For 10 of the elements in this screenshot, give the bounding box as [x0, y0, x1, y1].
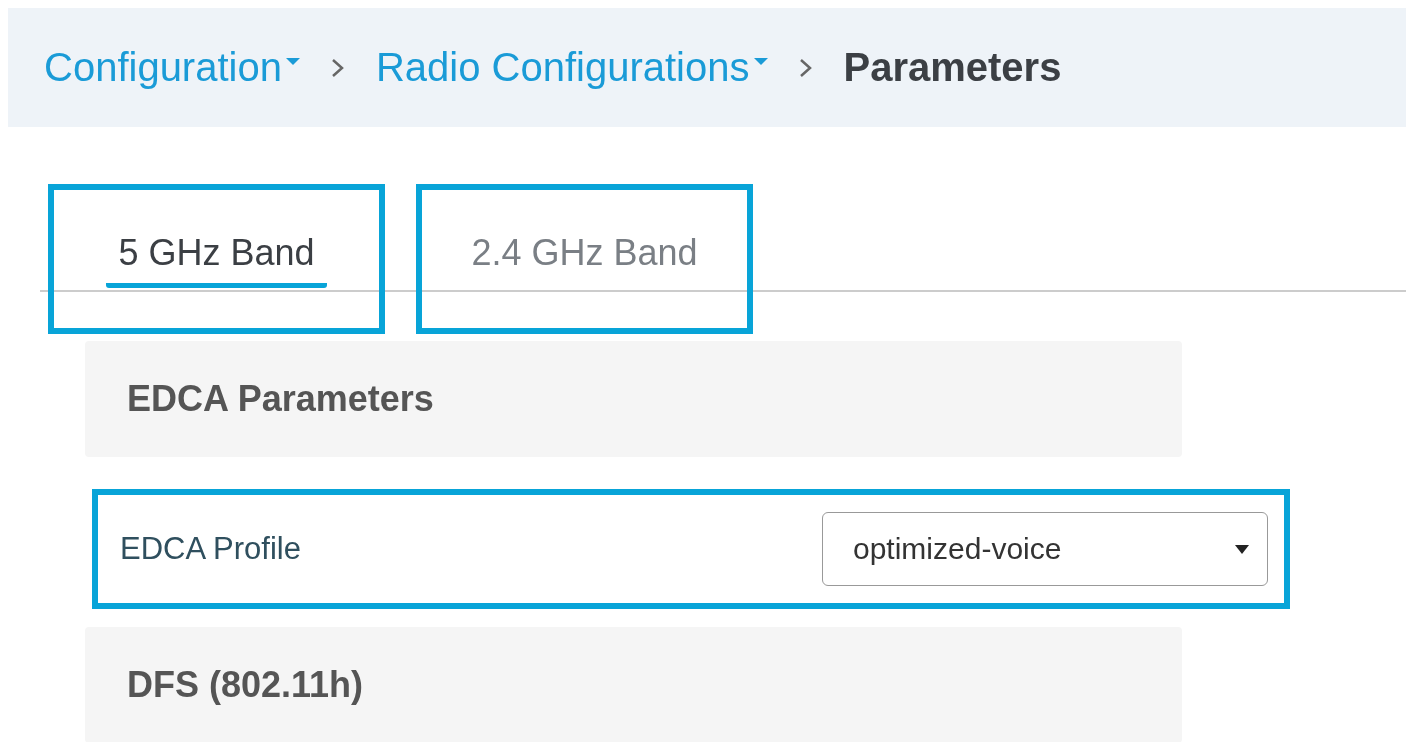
caret-icon	[753, 55, 768, 66]
page-title: Parameters	[843, 45, 1062, 90]
dropdown-arrow-icon	[1235, 543, 1249, 555]
field-label: EDCA Profile	[120, 531, 301, 567]
caret-icon	[285, 55, 300, 66]
tab[interactable]: 2.4 GHz Band	[459, 222, 710, 288]
section-header[interactable]: EDCA Parameters	[85, 341, 1182, 457]
section-header[interactable]: DFS (802.11h)	[85, 627, 1182, 742]
profile-select[interactable]: optimized-voice	[822, 512, 1268, 586]
tab[interactable]: 5 GHz Band	[106, 222, 327, 288]
